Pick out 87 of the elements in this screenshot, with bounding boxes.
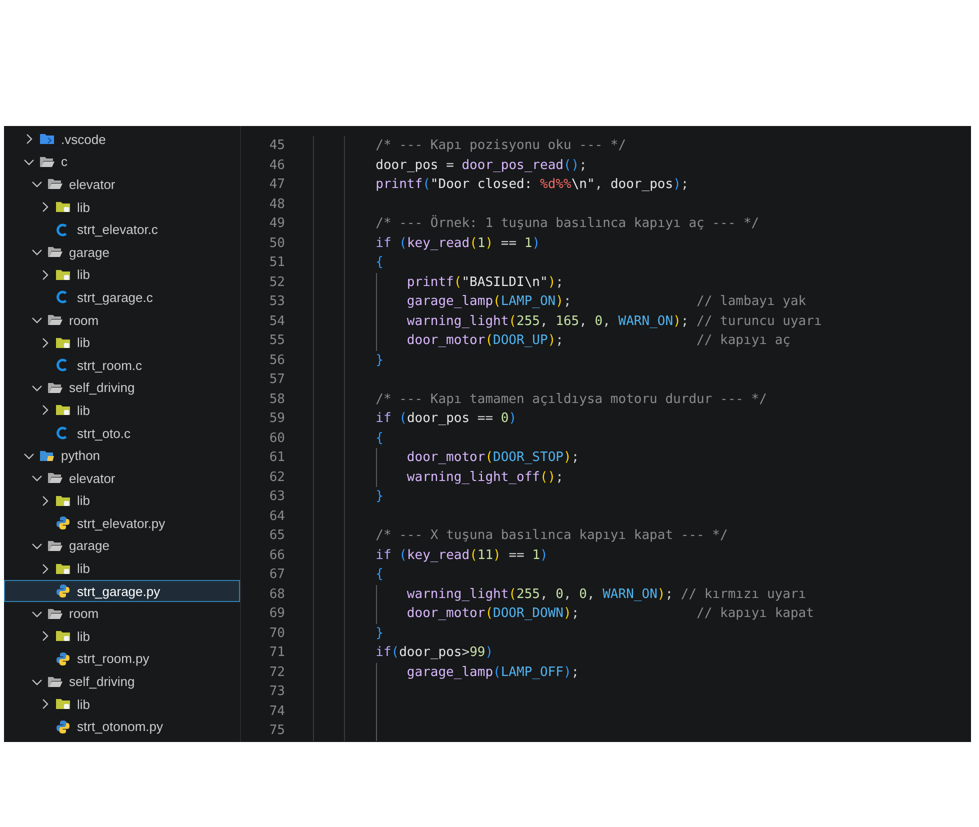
python-file-icon	[55, 650, 71, 667]
code-line: /* --- Kapı pozisyonu oku --- */	[376, 138, 626, 154]
tree-item[interactable]: strt_oto.c	[4, 422, 240, 444]
code-line: door_motor(DOOR_STOP);	[406, 450, 580, 466]
code-line: if(door_pos>99)	[376, 645, 494, 660]
code-line: /* --- Örnek: 1 tuşuna basılınca kapıyı aç --- */	[376, 216, 760, 232]
line-number: 68	[268, 586, 285, 602]
line-number: 66	[268, 548, 285, 563]
line-number: 71	[268, 645, 285, 660]
tree-item[interactable]: lib	[4, 557, 240, 580]
tree-item[interactable]: garage	[4, 240, 240, 264]
line-number: 65	[268, 528, 285, 544]
tree-item[interactable]: lib	[4, 196, 240, 218]
line-number: 58	[268, 392, 285, 407]
code-line: warning_light(255, 0, 0, WARN_ON); // kırmızı uyarı	[406, 586, 806, 602]
code-line: /* --- X tuşuna basılınca kapıyı kapat --- */	[376, 528, 728, 544]
line-number: 62	[268, 470, 285, 485]
code-line: garage_lamp(LAMP_OFF);	[406, 664, 580, 680]
code-line: }	[376, 626, 384, 641]
tree-item[interactable]: strt_elevator.py	[4, 512, 240, 535]
line-number: 53	[268, 294, 285, 310]
line-number: 75	[268, 723, 285, 738]
line-number: 60	[268, 430, 285, 446]
line-number: 67	[268, 567, 285, 582]
tree-item[interactable]: garage	[4, 534, 240, 558]
line-number: 51	[268, 255, 285, 270]
line-number: 52	[268, 274, 285, 290]
python-file-icon	[55, 515, 71, 532]
tree-item[interactable]: lib	[4, 331, 240, 354]
line-number: 45	[268, 138, 285, 154]
code-line: }	[376, 489, 384, 504]
code-line: }	[376, 352, 384, 368]
line-number: 73	[268, 684, 285, 700]
code-line: /* --- Kapı tamamen açıldıysa motoru durdur --- */	[376, 392, 767, 407]
tree-item[interactable]: strt_otonom.py	[4, 715, 240, 738]
tree-item[interactable]: self_driving	[4, 376, 240, 400]
line-number: 61	[268, 450, 285, 466]
line-number: 55	[268, 333, 285, 348]
tree-item[interactable]: room	[4, 308, 240, 332]
line-number: 47	[268, 177, 285, 192]
tree-item[interactable]: elevator	[4, 466, 240, 490]
line-number: 74	[268, 704, 285, 719]
tree-item[interactable]: strt_garage.c	[4, 286, 240, 309]
tree-item[interactable]: python	[4, 444, 240, 467]
code-line: door_motor(DOOR_DOWN); // kapıyı kapat	[406, 606, 814, 622]
tree-item[interactable]: lib	[4, 692, 240, 716]
line-number: 48	[268, 196, 285, 212]
line-number: 70	[268, 626, 285, 641]
line-number: 46	[268, 158, 285, 173]
tree-item[interactable]: strt_room.py	[4, 648, 240, 670]
line-number: 64	[268, 508, 285, 524]
line-number: 50	[268, 236, 285, 251]
code-line: if (key_read(1) == 1)	[376, 236, 540, 251]
tree-item[interactable]: lib	[4, 399, 240, 422]
code-line: door_pos = door_pos_read();	[376, 158, 587, 173]
python-file-icon	[55, 583, 71, 600]
line-number: 72	[268, 664, 285, 680]
line-number: 54	[268, 314, 285, 329]
code-line: printf("BASILDI\n");	[406, 274, 564, 290]
code-line: warning_light_off();	[406, 470, 564, 485]
tree-item[interactable]: self_driving	[4, 670, 240, 693]
code-line: if (door_pos == 0)	[376, 411, 517, 426]
tree-item[interactable]: lib	[4, 264, 240, 286]
line-number: 49	[268, 216, 285, 232]
code-line: printf("Door closed: %d%%\n", door_pos);	[376, 177, 689, 192]
tree-item[interactable]: elevator	[4, 173, 240, 196]
line-number: 59	[268, 411, 285, 426]
tree-item[interactable]: strt_garage.py	[4, 580, 240, 602]
tree-item[interactable]: lib	[4, 625, 240, 648]
line-number: 69	[268, 606, 285, 622]
python-file-icon	[55, 718, 71, 735]
tree-item[interactable]: strt_elevator.c	[4, 218, 240, 241]
line-number: 57	[268, 372, 285, 388]
code-line: door_motor(DOOR_UP); // kapıyı aç	[406, 333, 790, 348]
code-line: {	[376, 567, 384, 582]
tree-item[interactable]: strt_room.c	[4, 354, 240, 377]
line-number: 63	[268, 489, 285, 504]
line-number: 56	[268, 352, 285, 368]
code-line: {	[376, 430, 384, 446]
tree-item[interactable]: room	[4, 602, 240, 626]
code-line: warning_light(255, 165, 0, WARN_ON); // turuncu uyarı	[406, 314, 822, 329]
tree-item[interactable]: lib	[4, 490, 240, 512]
code-line: garage_lamp(LAMP_ON); // lambayı yak	[406, 294, 806, 310]
tree-item[interactable]: .vscode	[4, 128, 240, 151]
code-line: {	[376, 255, 384, 270]
tree-item[interactable]: c	[4, 150, 240, 174]
code-line: if (key_read(11) == 1)	[376, 548, 548, 563]
